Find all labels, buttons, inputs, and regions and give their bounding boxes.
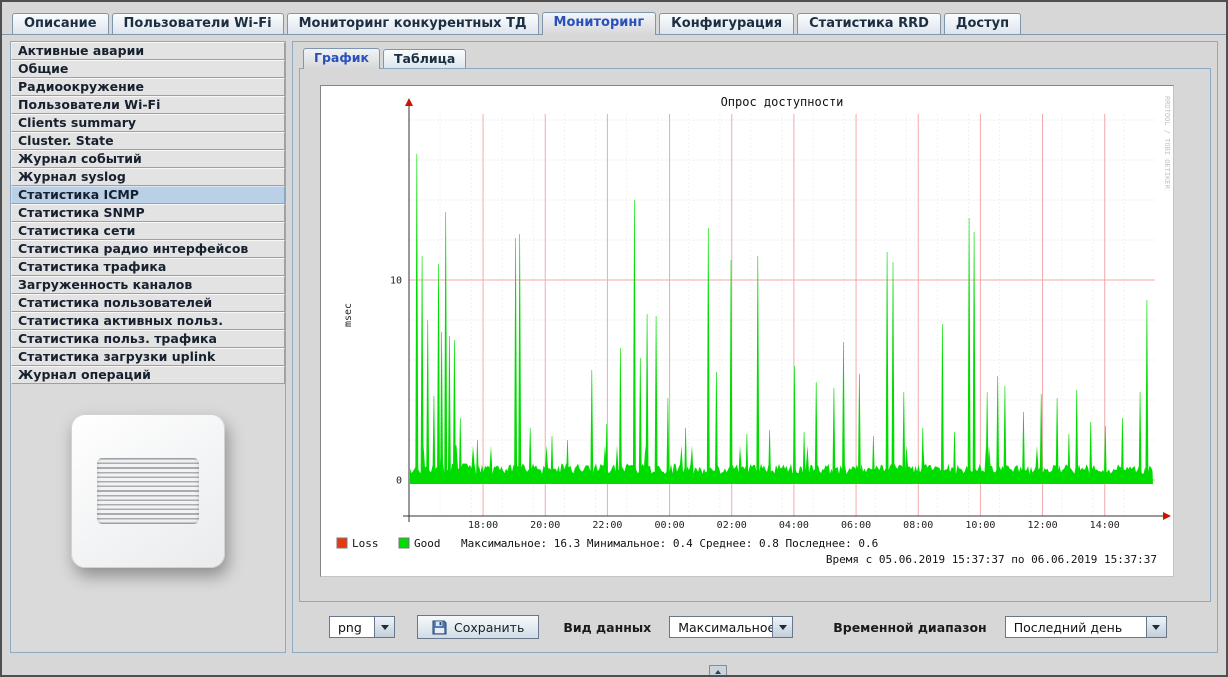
device-image-area [11,384,285,568]
sidebar-item-7[interactable]: Журнал syslog [11,168,285,186]
sidebar-item-8[interactable]: Статистика ICMP [11,186,285,204]
sidebar-item-1[interactable]: Общие [11,60,285,78]
save-icon [432,620,447,635]
svg-text:18:00: 18:00 [468,520,498,531]
sidebar-item-9[interactable]: Статистика SNMP [11,204,285,222]
sidebar-item-15[interactable]: Статистика активных польз. [11,312,285,330]
sidebar-item-13[interactable]: Загруженность каналов [11,276,285,294]
top-tab-3[interactable]: Мониторинг [542,12,657,35]
sidebar-item-12[interactable]: Статистика трафика [11,258,285,276]
sidebar-item-4[interactable]: Clients summary [11,114,285,132]
svg-text:Опрос доступности: Опрос доступности [721,95,844,109]
content-area: Активные аварииОбщиеРадиоокружениеПользо… [2,35,1226,653]
sidebar-item-6[interactable]: Журнал событий [11,150,285,168]
scrollbar-fragment[interactable] [709,665,727,675]
sidebar-list: Активные аварииОбщиеРадиоокружениеПользо… [11,42,285,384]
top-tab-1[interactable]: Пользователи Wi-Fi [112,13,284,34]
svg-text:00:00: 00:00 [655,520,685,531]
svg-text:Good: Good [414,537,441,550]
top-tab-6[interactable]: Доступ [944,13,1021,34]
svg-text:Время с 05.06.2019 15:37:37 по: Время с 05.06.2019 15:37:37 по 06.06.201… [826,553,1157,566]
data-kind-select[interactable]: Максимальное [669,616,793,638]
time-range-select-value: Последний день [1006,617,1146,637]
chart-tab-content: 0 10 18:00 20:00 22:00 00:00 02:00 04:00 06:00 08… [299,68,1211,602]
controls-row: png Сохранить Вид данных [299,614,1211,640]
main-tab-0[interactable]: График [303,48,380,69]
app-window: ОписаниеПользователи Wi-FiМониторинг кон… [0,0,1228,677]
time-range-label: Временной диапазон [833,620,986,635]
format-select[interactable]: png [329,616,395,638]
access-point-image [71,414,225,568]
chevron-down-icon[interactable] [374,617,394,637]
sidebar-item-14[interactable]: Статистика пользователей [11,294,285,312]
sidebar-item-0[interactable]: Активные аварии [11,42,285,60]
top-tab-bar: ОписаниеПользователи Wi-FiМониторинг кон… [2,2,1226,35]
sidebar: Активные аварииОбщиеРадиоокружениеПользо… [10,41,286,653]
save-button-label: Сохранить [454,620,524,635]
svg-text:10: 10 [390,276,402,287]
svg-text:06:00: 06:00 [841,520,871,531]
sidebar-item-17[interactable]: Статистика загрузки uplink [11,348,285,366]
svg-text:14:00: 14:00 [1090,520,1120,531]
format-select-value: png [330,617,374,637]
svg-text:0: 0 [396,476,402,487]
top-tab-5[interactable]: Статистика RRD [797,13,941,34]
sidebar-item-2[interactable]: Радиоокружение [11,78,285,96]
sidebar-item-16[interactable]: Статистика польз. трафика [11,330,285,348]
availability-chart: 0 10 18:00 20:00 22:00 00:00 02:00 04:00 06:00 08… [320,85,1174,577]
save-button[interactable]: Сохранить [417,615,539,639]
top-tab-2[interactable]: Мониторинг конкурентных ТД [287,13,539,34]
svg-text:08:00: 08:00 [903,520,933,531]
svg-text:04:00: 04:00 [779,520,809,531]
svg-text:22:00: 22:00 [592,520,622,531]
svg-text:12:00: 12:00 [1028,520,1058,531]
svg-text:Loss: Loss [352,537,379,550]
top-tab-0[interactable]: Описание [12,13,109,34]
sidebar-item-11[interactable]: Статистика радио интерфейсов [11,240,285,258]
sidebar-item-3[interactable]: Пользователи Wi-Fi [11,96,285,114]
svg-text:Максимальное: 16.3 Минимальн: Максимальное: 16.3 Минимальное: 0.4 Сред… [461,537,878,550]
svg-text:20:00: 20:00 [530,520,560,531]
sidebar-item-5[interactable]: Cluster. State [11,132,285,150]
svg-text:RRDTOOL / TOBI OETIKER: RRDTOOL / TOBI OETIKER [1163,96,1171,190]
access-point-grille [97,458,199,524]
sidebar-item-18[interactable]: Журнал операций [11,366,285,384]
chart-tab-bar: ГрафикТаблица [299,46,1211,68]
data-kind-select-value: Максимальное [670,617,772,637]
svg-text:msec: msec [343,303,354,327]
data-kind-label: Вид данных [563,620,651,635]
svg-text:10:00: 10:00 [965,520,995,531]
chevron-down-icon[interactable] [772,617,792,637]
chevron-down-icon[interactable] [1146,617,1166,637]
svg-text:02:00: 02:00 [717,520,747,531]
sidebar-item-10[interactable]: Статистика сети [11,222,285,240]
main-panel: ГрафикТаблица 0 10 18:00 20:00 22:00 00:00 02:… [292,41,1218,653]
time-range-select[interactable]: Последний день [1005,616,1167,638]
top-tab-4[interactable]: Конфигурация [659,13,794,34]
main-tab-1[interactable]: Таблица [383,49,466,68]
